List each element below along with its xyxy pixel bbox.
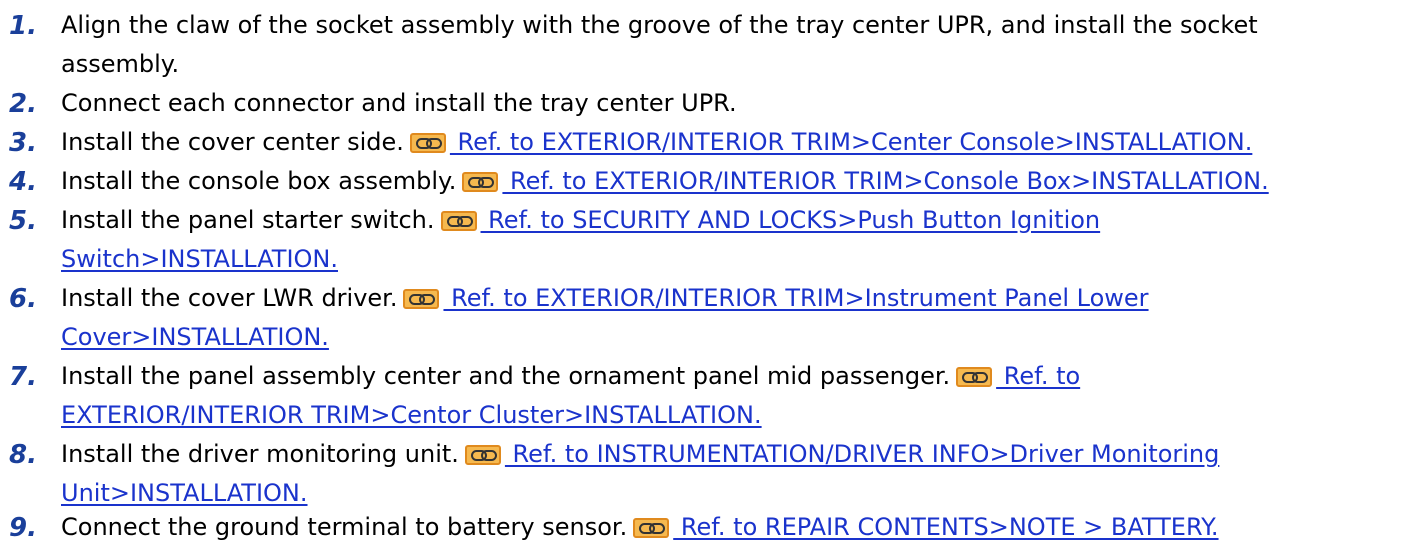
step-number: 4.	[9, 167, 37, 197]
list-item: 4. Install the console box assembly. Ref…	[0, 162, 1423, 201]
procedure-steps: 1. Align the claw of the socket assembly…	[0, 0, 1423, 543]
chain-link-icon[interactable]	[464, 445, 501, 465]
chain-link-icon[interactable]	[440, 211, 477, 231]
list-item: 6. Install the cover LWR driver. Ref. to…	[0, 279, 1423, 357]
step-text: Connect the ground terminal to battery s…	[61, 513, 628, 541]
step-number: 5.	[9, 206, 37, 236]
reference-link[interactable]: Ref. to	[996, 362, 1080, 390]
list-item: 8. Install the driver monitoring unit. R…	[0, 435, 1423, 513]
chain-link-icon[interactable]	[409, 133, 446, 153]
step-number: 7.	[9, 362, 37, 392]
chain-link-icon[interactable]	[462, 172, 499, 192]
step-text-continued: assembly.	[61, 50, 180, 78]
reference-link[interactable]: Ref. to REPAIR CONTENTS>NOTE > BATTERY.	[673, 513, 1219, 541]
step-text: Install the panel starter switch.	[61, 206, 435, 234]
step-text: Align the claw of the socket assembly wi…	[61, 11, 1258, 39]
reference-link[interactable]: Ref. to EXTERIOR/INTERIOR TRIM>Instrumen…	[443, 284, 1148, 312]
list-item: 7. Install the panel assembly center and…	[0, 357, 1423, 435]
chain-link-icon[interactable]	[956, 367, 993, 387]
reference-link[interactable]: Ref. to EXTERIOR/INTERIOR TRIM>Center Co…	[450, 128, 1253, 156]
list-item: 5. Install the panel starter switch. Ref…	[0, 201, 1423, 279]
reference-link[interactable]: Ref. to SECURITY AND LOCKS>Push Button I…	[481, 206, 1100, 234]
reference-link[interactable]: Ref. to EXTERIOR/INTERIOR TRIM>Console B…	[502, 167, 1269, 195]
step-number: 9.	[9, 513, 37, 543]
step-number: 8.	[9, 440, 37, 470]
step-number: 3.	[9, 128, 37, 158]
step-text: Install the driver monitoring unit.	[61, 440, 459, 468]
step-text: Install the panel assembly center and th…	[61, 362, 951, 390]
list-item: 3. Install the cover center side. Ref. t…	[0, 123, 1423, 162]
reference-link-continued[interactable]: Cover>INSTALLATION.	[61, 323, 329, 351]
step-number: 6.	[9, 284, 37, 314]
reference-link[interactable]: Ref. to INSTRUMENTATION/DRIVER INFO>Driv…	[505, 440, 1220, 468]
chain-link-icon[interactable]	[403, 289, 440, 309]
chain-link-icon[interactable]	[633, 518, 670, 538]
step-text: Install the cover LWR driver.	[61, 284, 398, 312]
reference-link-continued[interactable]: Unit>INSTALLATION.	[61, 479, 308, 507]
step-text: Install the console box assembly.	[61, 167, 457, 195]
list-item: 2. Connect each connector and install th…	[0, 84, 1423, 123]
step-text: Install the cover center side.	[61, 128, 404, 156]
list-item: 9. Connect the ground terminal to batter…	[0, 508, 1423, 547]
step-text: Connect each connector and install the t…	[61, 89, 737, 117]
step-number: 2.	[9, 89, 37, 119]
step-number: 1.	[9, 11, 37, 41]
reference-link-continued[interactable]: EXTERIOR/INTERIOR TRIM>Centor Cluster>IN…	[61, 401, 762, 429]
reference-link-continued[interactable]: Switch>INSTALLATION.	[61, 245, 338, 273]
list-item: 1. Align the claw of the socket assembly…	[0, 6, 1423, 84]
